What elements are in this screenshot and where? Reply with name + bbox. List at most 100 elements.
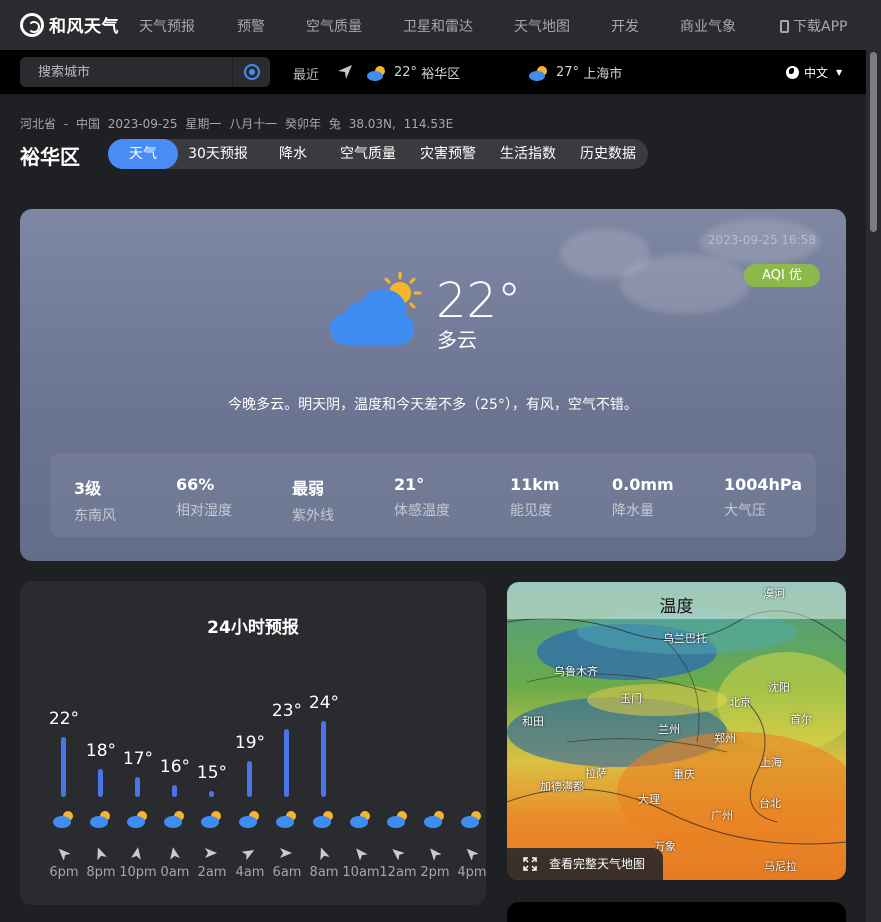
current-condition: 多云: [437, 328, 477, 352]
hour-label: 2pm: [420, 865, 450, 880]
partly-cloudy-icon: [529, 65, 547, 81]
partly-cloudy-icon: [164, 811, 184, 828]
date-text: 2023-09-25: [107, 117, 178, 131]
full-map-button[interactable]: 查看完整天气地图: [507, 848, 663, 880]
tab-life-index[interactable]: 生活指数: [488, 139, 568, 169]
hour-column: 18° 8pm: [81, 581, 121, 905]
stat-label: 相对湿度: [176, 503, 232, 519]
nav-item-developer[interactable]: 开发: [611, 16, 639, 36]
map-city-label: 漠河: [763, 587, 785, 600]
map-city-label: 乌兰巴托: [663, 632, 707, 645]
wind-direction-icon: [466, 848, 478, 860]
aqi-badge[interactable]: AQI 优: [744, 264, 820, 287]
tab-precipitation[interactable]: 降水: [258, 139, 328, 169]
stat-value: 最弱: [292, 479, 325, 498]
wind-direction-icon: [430, 848, 441, 860]
recent-label: 最近: [293, 68, 320, 83]
recent-city-yuhua[interactable]: 22° 裕华区: [366, 63, 460, 82]
hour-label: 12am: [379, 865, 417, 880]
stat-precipitation: 0.0mm 降水量: [612, 475, 674, 520]
temperature-map-card[interactable]: 温度 漠河 乌兰巴托 乌鲁木齐 沈阳 玉门 北京 首尔 和田 兰州 郑州 拉萨 …: [507, 582, 846, 880]
stat-label: 体感温度: [394, 503, 450, 519]
hour-label: 4am: [235, 865, 265, 880]
hour-column: 24° 8am: [304, 581, 344, 905]
next-card: [507, 902, 846, 922]
recent-city-shanghai[interactable]: 27° 上海市: [528, 63, 622, 82]
hour-column: 4pm: [452, 581, 492, 905]
full-map-label: 查看完整天气地图: [549, 857, 646, 871]
stat-value: 0.0mm: [612, 475, 674, 494]
background-cloud: [620, 254, 750, 314]
map-city-label: 兰州: [658, 723, 680, 736]
hour-temperature: 17°: [122, 749, 154, 769]
nav-item-air-quality[interactable]: 空气质量: [306, 16, 362, 36]
brand-name: 和风天气: [49, 17, 119, 37]
hour-column: 19° 4am: [230, 581, 270, 905]
nav-item-forecast[interactable]: 天气预报: [139, 16, 195, 36]
stat-label: 东南风: [74, 508, 116, 524]
nav-item-business[interactable]: 商业气象: [680, 16, 736, 36]
hour-label: 6am: [272, 865, 302, 880]
stat-visibility: 11km 能见度: [510, 475, 560, 520]
search-input[interactable]: [20, 57, 232, 87]
hour-label: 0am: [160, 865, 190, 880]
weather-stats: 3级 东南风 66% 相对湿度 最弱 紫外线 21° 体感温度 11km 能见度…: [50, 453, 816, 537]
navigation-arrow-icon[interactable]: [337, 64, 353, 80]
current-temperature: 22°: [436, 273, 522, 329]
wind-direction-icon: [205, 848, 217, 858]
phone-icon: [780, 20, 789, 33]
nav-item-weather-map[interactable]: 天气地图: [514, 16, 570, 36]
partly-cloudy-icon: [350, 811, 370, 828]
recent-city-temp: 22°: [394, 65, 418, 80]
weekday-text: 星期一: [185, 117, 222, 131]
language-selector[interactable]: 中文 ▼: [786, 64, 842, 81]
language-label: 中文: [804, 66, 829, 80]
stat-pressure: 1004hPa 大气压: [724, 475, 802, 520]
partly-cloudy-icon: [313, 811, 333, 828]
stat-value: 21°: [394, 475, 425, 494]
map-city-label: 加德满都: [540, 780, 584, 793]
hour-temperature: 24°: [308, 693, 340, 713]
caret-down-icon: ▼: [836, 68, 843, 77]
hour-column: 15° 2am: [192, 581, 232, 905]
temperature-bar: [321, 721, 326, 797]
stat-value: 66%: [176, 475, 215, 494]
temperature-bar: [98, 769, 103, 797]
brand-logo[interactable]: 和风天气: [20, 12, 119, 37]
recent-city-name: 上海市: [583, 67, 623, 82]
tab-30-day[interactable]: 30天预报: [178, 139, 258, 169]
top-nav: 和风天气 天气预报 预警 空气质量 卫星和雷达 天气地图 开发 商业气象 下载A…: [0, 0, 881, 50]
tab-air-quality[interactable]: 空气质量: [328, 139, 408, 169]
tab-history[interactable]: 历史数据: [568, 139, 648, 169]
locate-button[interactable]: [232, 57, 270, 87]
observation-time: 2023-09-25 16:58: [707, 233, 816, 247]
coordinates-text: 38.03N, 114.53E: [348, 117, 454, 131]
wind-direction-icon: [242, 850, 255, 860]
map-city-label: 重庆: [673, 768, 695, 781]
download-app-label: 下载APP: [793, 19, 848, 35]
stat-label: 降水量: [612, 503, 654, 519]
city-title: 裕华区: [20, 145, 80, 169]
partly-cloudy-icon: [330, 271, 422, 345]
map-city-label: 广州: [711, 809, 733, 822]
map-city-label: 台北: [759, 797, 781, 810]
tab-weather[interactable]: 天气: [108, 139, 178, 169]
wind-direction-icon: [170, 847, 180, 860]
hour-temperature: 23°: [271, 701, 303, 721]
hour-label: 2am: [197, 865, 227, 880]
nav-item-satellite-radar[interactable]: 卫星和雷达: [403, 16, 473, 36]
map-city-label: 玉门: [620, 692, 642, 705]
page-scrollbar[interactable]: [866, 50, 881, 922]
scrollbar-thumb[interactable]: [870, 52, 877, 232]
hour-column: 22° 6pm: [44, 581, 84, 905]
partly-cloudy-icon: [387, 811, 407, 828]
tab-bar: 天气 30天预报 降水 空气质量 灾害预警 生活指数 历史数据: [108, 139, 648, 169]
wind-direction-icon: [320, 847, 330, 860]
stat-value: 1004hPa: [724, 475, 803, 494]
download-app-link[interactable]: 下载APP: [780, 16, 847, 36]
tab-disaster-warning[interactable]: 灾害预警: [408, 139, 488, 169]
map-city-label: 沈阳: [768, 681, 790, 694]
hourly-forecast-card: 24小时预报 22° 6pm 18° 8pm 17° 10pm 16° 0am 15° 2am 19…: [20, 581, 487, 905]
nav-item-warning[interactable]: 预警: [237, 16, 265, 36]
recent-city-temp: 27°: [556, 65, 580, 80]
